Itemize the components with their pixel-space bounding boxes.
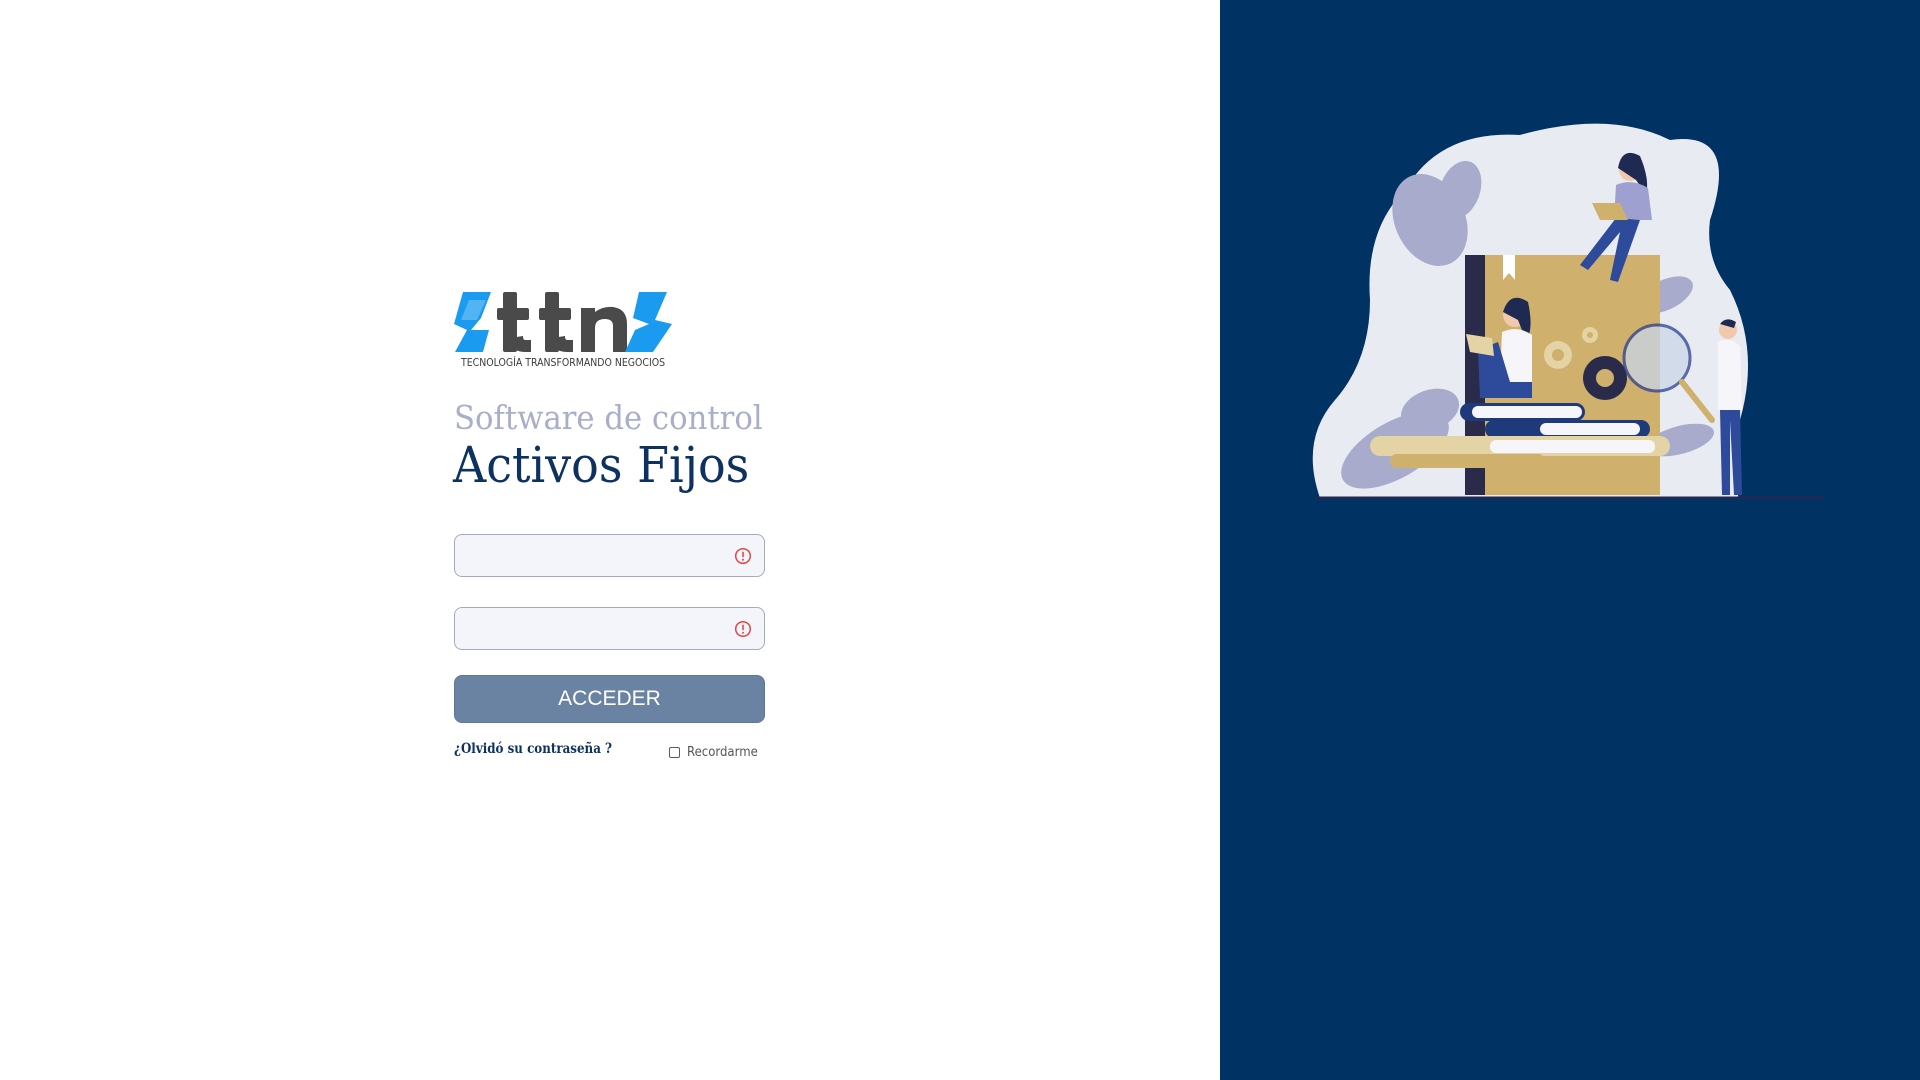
username-input[interactable] [455, 535, 725, 576]
error-circle-icon [734, 620, 752, 638]
error-circle-icon [734, 547, 752, 565]
logo-tagline: TECNOLOGÍA TRANSFORMANDO NEGOCIOS [461, 358, 666, 369]
ttn-logo: TECNOLOGÍA TRANSFORMANDO NEGOCIOS [453, 290, 673, 372]
forgot-password-link[interactable]: ¿Olvidó su contraseña ? [454, 741, 612, 757]
remember-me-checkbox[interactable]: Recordarme [669, 743, 766, 761]
ttn-logo-mark [454, 292, 672, 352]
team-illustration [1312, 123, 1825, 500]
checkbox-box[interactable] [669, 746, 680, 758]
login-panel: TECNOLOGÍA TRANSFORMANDO NEGOCIOS Softwa… [0, 0, 1220, 1080]
app-subtitle: Software de control [454, 398, 763, 437]
username-field[interactable] [454, 534, 765, 577]
login-page: TECNOLOGÍA TRANSFORMANDO NEGOCIOS Softwa… [0, 0, 1920, 1080]
password-input[interactable] [455, 608, 725, 649]
app-title: Activos Fijos [453, 436, 750, 494]
password-field[interactable] [454, 607, 765, 650]
remember-me-label: Recordarme [687, 744, 758, 760]
acceder-button[interactable]: ACCEDER [454, 675, 765, 723]
